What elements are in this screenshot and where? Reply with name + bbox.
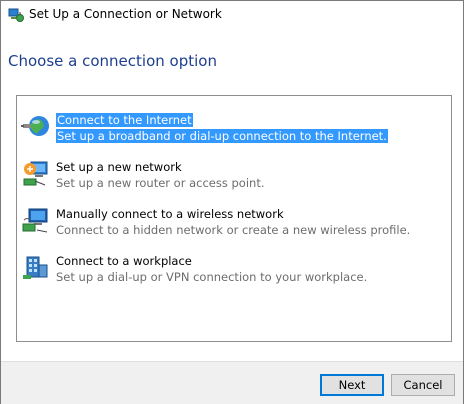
option-description: Connect to a hidden network or create a … [56, 223, 411, 237]
option-title: Connect to the Internet [56, 113, 193, 127]
option-new-network[interactable]: Set up a new network Set up a new router… [17, 155, 451, 195]
internet-globe-icon [21, 116, 49, 136]
option-title: Manually connect to a wireless network [56, 207, 284, 221]
connection-options-list[interactable]: Connect to the Internet Set up a broadba… [16, 95, 452, 342]
option-connect-internet[interactable]: Connect to the Internet Set up a broadba… [17, 108, 451, 148]
title-bar: Set Up a Connection or Network [1, 1, 463, 29]
button-bar: Next Cancel [1, 361, 463, 404]
setup-connection-window: Set Up a Connection or Network Choose a … [0, 0, 464, 404]
page-heading: Choose a connection option [8, 52, 217, 70]
cancel-button[interactable]: Cancel [391, 374, 455, 396]
option-description: Set up a broadband or dial-up connection… [56, 129, 388, 143]
new-network-icon [23, 161, 48, 186]
option-title: Set up a new network [56, 160, 182, 174]
option-description: Set up a dial-up or VPN connection to yo… [56, 270, 368, 284]
option-manual-wireless[interactable]: Manually connect to a wireless network C… [17, 202, 451, 242]
option-title: Connect to a workplace [56, 254, 192, 268]
workplace-vpn-icon [23, 256, 48, 279]
wireless-network-icon [22, 208, 48, 233]
next-button[interactable]: Next [320, 374, 384, 396]
option-connect-workplace[interactable]: Connect to a workplace Set up a dial-up … [17, 249, 451, 289]
option-description: Set up a new router or access point. [56, 176, 265, 190]
network-setup-icon [8, 8, 24, 22]
window-title: Set Up a Connection or Network [29, 7, 222, 21]
